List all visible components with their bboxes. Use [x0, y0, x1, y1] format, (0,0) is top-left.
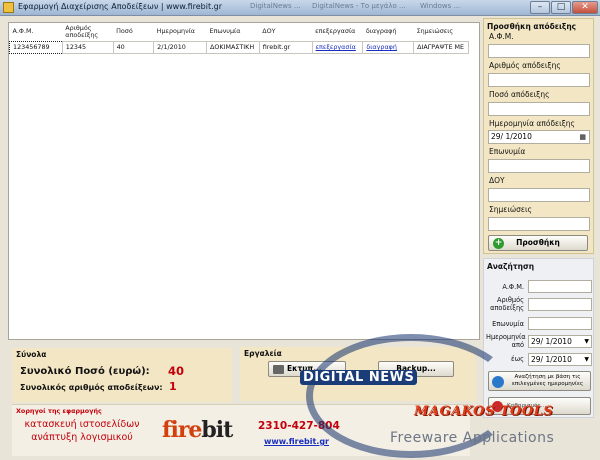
search-afm-input[interactable]: [528, 280, 592, 293]
column-header-name[interactable]: Επωνυμία: [206, 23, 259, 41]
background-tab: DigitalNews ...: [250, 2, 301, 10]
background-tab: Windows ...: [420, 2, 461, 10]
minimize-button[interactable]: –: [530, 1, 550, 14]
notes-input[interactable]: [488, 217, 590, 231]
background-tab: DigitalNews - Το μεγάλο ...: [312, 2, 406, 10]
close-button[interactable]: ✕: [572, 1, 598, 14]
column-header-afm[interactable]: Α.Φ.Μ.: [10, 23, 63, 41]
search-button-label: Αναζήτηση με βάση τις επιλεγμένες ημερομ…: [511, 374, 584, 387]
magakos-tools-watermark: MAGAKOS TOOLS: [414, 404, 554, 419]
date-value: 29/ 1/2010: [491, 132, 532, 141]
cell-receipt-no[interactable]: 12345: [61, 40, 114, 54]
title-bar: Εφαρμογή Διαχείρισης Αποδείξεων | www.fi…: [0, 0, 600, 16]
add-button-label: Προσθήκη: [516, 238, 560, 247]
freeware-watermark: Freeware Applications: [390, 430, 555, 446]
notes-label: Σημειώσεις: [489, 205, 532, 214]
table-header-row: Α.Φ.Μ. Αριθμός αποδείξης Ποσό Ημερομηνία…: [10, 23, 469, 41]
sponsor-url-link[interactable]: www.firebit.gr: [264, 437, 329, 446]
tools-header: Εργαλεία: [244, 349, 282, 358]
minimize-icon: –: [537, 2, 543, 12]
search-name-label: Επωνυμία: [492, 320, 524, 328]
date-from-label: Ημερομηνία από: [486, 333, 526, 349]
search-afm-label: Α.Φ.Μ.: [502, 283, 524, 291]
totals-panel: Σύνολα Συνολικό Ποσό (ευρώ): 40 Συνολικό…: [12, 348, 232, 402]
receipts-table: Α.Φ.Μ. Αριθμός αποδείξης Ποσό Ημερομηνία…: [9, 23, 469, 54]
receipts-grid[interactable]: Α.Φ.Μ. Αριθμός αποδείξης Ποσό Ημερομηνία…: [8, 22, 480, 340]
total-amount-value: 40: [168, 364, 185, 378]
printer-icon: [273, 365, 284, 374]
afm-input[interactable]: [488, 44, 590, 58]
search-receipt-label: Αριθμός αποδείξης: [490, 296, 524, 312]
total-count-label: Συνολικός αριθμός αποδείξεων:: [20, 383, 163, 392]
amount-input[interactable]: [488, 102, 590, 116]
cell-notes[interactable]: ΔΙΑΓΡΑΨΤΕ ΜΕ: [413, 40, 469, 54]
column-header-date[interactable]: Ημερομηνία: [154, 23, 207, 41]
column-header-doy[interactable]: ΔΟΥ: [259, 23, 312, 41]
sponsor-slogan-line2: ανάπτυξη λογισμικού: [31, 432, 133, 443]
column-header-receipt-no[interactable]: Αριθμός αποδείξης: [62, 23, 113, 41]
plus-icon: +: [493, 238, 504, 249]
sponsor-slogan-line1: κατασκευή ιστοσελίδων: [24, 419, 140, 430]
close-icon: ✕: [581, 2, 589, 12]
chevron-down-icon: ▼: [584, 356, 589, 363]
column-header-notes[interactable]: Σημειώσεις: [414, 23, 469, 41]
doy-input[interactable]: [488, 188, 590, 202]
date-picker[interactable]: 29/ 1/2010 ▦: [488, 130, 590, 144]
edit-link[interactable]: επεξεργασία: [311, 40, 364, 54]
window-title: Εφαρμογή Διαχείρισης Αποδείξεων | www.fi…: [18, 2, 222, 11]
afm-label: Α.Φ.Μ.: [489, 32, 514, 41]
column-header-delete[interactable]: διαγραφή: [363, 23, 414, 41]
add-panel-header: Προσθήκη απόδειξης: [487, 22, 577, 31]
amount-label: Ποσό απόδειξης: [489, 90, 550, 99]
cell-date[interactable]: 2/1/2010: [153, 40, 207, 54]
receipt-number-input[interactable]: [488, 73, 590, 87]
add-button[interactable]: + Προσθήκη: [488, 235, 588, 251]
search-panel-header: Αναζήτηση: [487, 262, 535, 271]
sponsor-header: Χορηγοί της εφαρμογής: [16, 407, 102, 415]
digital-news-watermark: DIGITAL NEWS: [300, 370, 418, 385]
search-receipt-input[interactable]: [528, 298, 592, 311]
column-header-edit[interactable]: επεξεργασία: [312, 23, 363, 41]
cell-afm[interactable]: 123456789: [9, 40, 63, 54]
add-receipt-panel: Προσθήκη απόδειξης Α.Φ.Μ. Αριθμός απόδει…: [483, 18, 594, 254]
doy-label: ΔΟΥ: [489, 176, 505, 185]
date-from-value: 29/ 1/2010: [531, 337, 572, 346]
maximize-icon: □: [556, 2, 566, 12]
date-to-picker[interactable]: 29/ 1/2010 ▼: [528, 353, 592, 366]
receipt-number-label: Αριθμός απόδειξης: [489, 61, 561, 70]
app-icon: [3, 2, 14, 13]
calendar-icon[interactable]: ▦: [579, 131, 586, 143]
column-header-amount[interactable]: Ποσό: [113, 23, 154, 41]
table-row[interactable]: 123456789 12345 40 2/1/2010 ΔΟΚΙΜΑΣΤΙΚΗ …: [9, 40, 469, 54]
cell-name[interactable]: ΔΟΚΙΜΑΣΤΙΚΗ: [205, 40, 260, 54]
date-label: Ημερομηνία απόδειξης: [489, 119, 575, 128]
name-input[interactable]: [488, 159, 590, 173]
totals-header: Σύνολα: [16, 350, 47, 359]
delete-link[interactable]: διαγραφή: [362, 40, 415, 54]
chevron-down-icon: ▼: [584, 338, 589, 345]
cell-amount[interactable]: 40: [112, 40, 155, 54]
date-from-picker[interactable]: 29/ 1/2010 ▼: [528, 335, 592, 348]
maximize-button[interactable]: □: [551, 1, 571, 14]
name-label: Επωνυμία: [489, 147, 526, 156]
firebit-logo: firebit: [162, 417, 233, 443]
total-amount-label: Συνολικό Ποσό (ευρώ):: [20, 366, 150, 377]
cell-doy[interactable]: firebit.gr: [258, 40, 313, 54]
search-name-input[interactable]: [528, 317, 592, 330]
date-to-value: 29/ 1/2010: [531, 355, 572, 364]
total-count-value: 1: [169, 380, 177, 393]
